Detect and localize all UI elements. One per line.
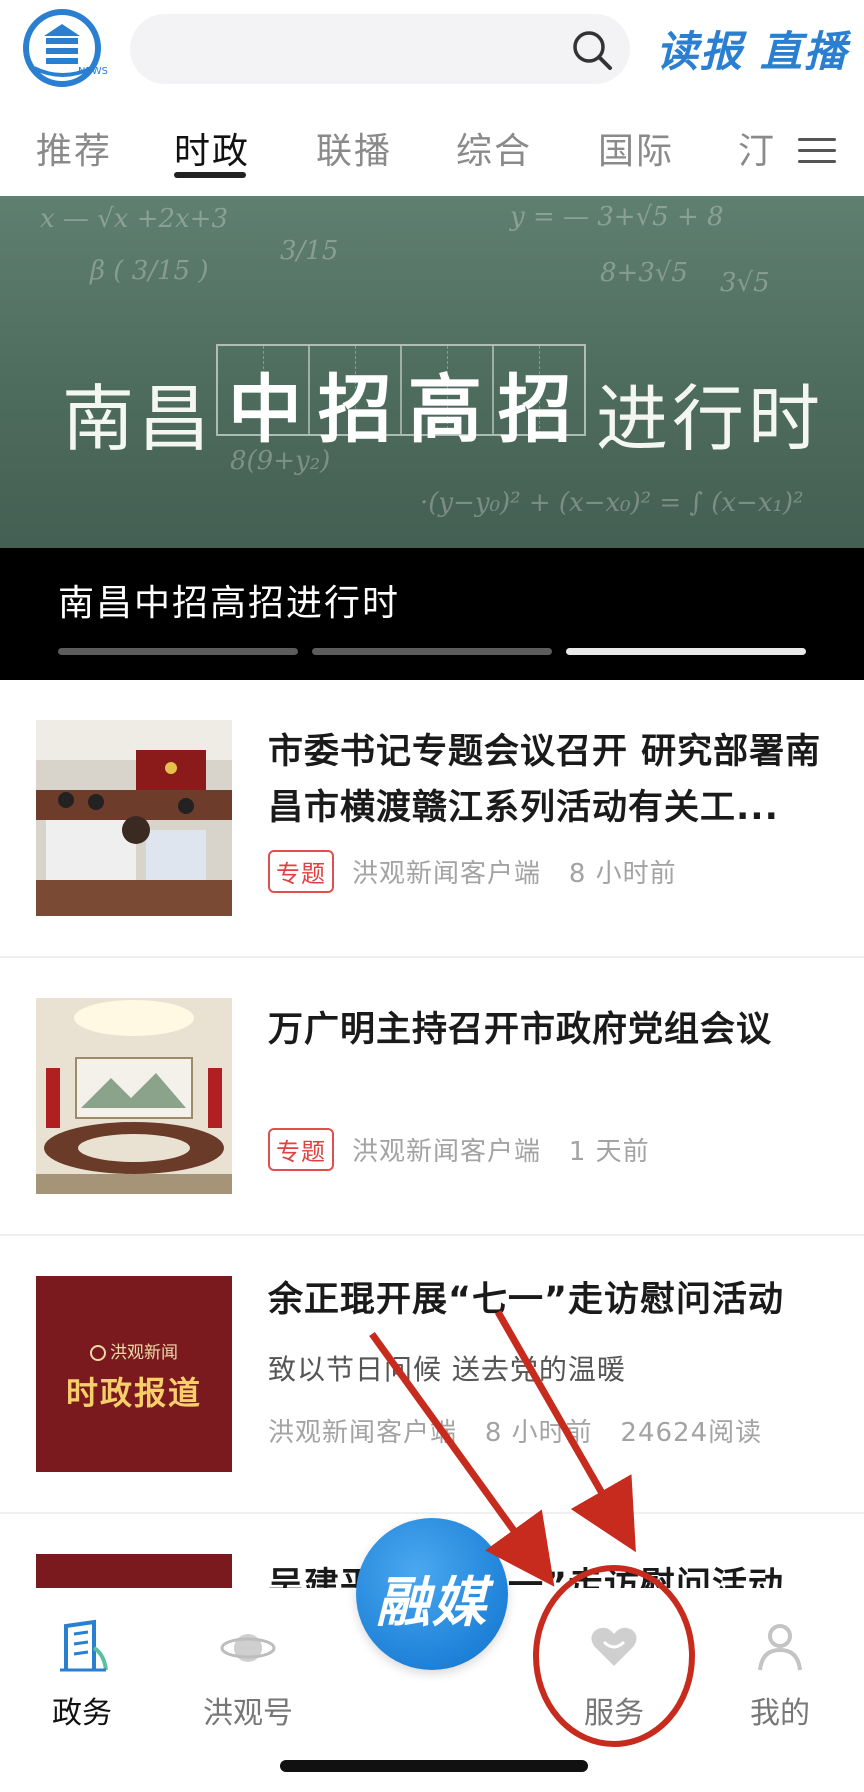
center-button-label: 融媒 <box>376 1571 488 1634</box>
banner-caption-bar[interactable]: 南昌中招高招进行时 <box>0 548 864 680</box>
tab-general[interactable]: 综合 <box>456 122 532 174</box>
government-icon <box>60 1619 108 1672</box>
thumb-title: 时政报道 <box>65 1374 202 1412</box>
nav-item-mine[interactable]: 我的 <box>720 1618 840 1732</box>
nav-label: 服务 <box>584 1696 644 1731</box>
banner-caption: 南昌中招高招进行时 <box>58 583 401 624</box>
news-meta: 专题 洪观新闻客户端 8 小时前 <box>268 850 677 893</box>
search-icon[interactable] <box>570 28 614 72</box>
nav-item-government[interactable]: 政务 <box>22 1618 142 1732</box>
banner-headline: 南昌 中招高招 进行时 <box>0 344 864 461</box>
category-tabs: 推荐 时政 联播 综合 国际 汀 <box>0 108 864 192</box>
news-source: 洪观新闻客户端 <box>352 859 542 889</box>
heart-icon <box>591 1627 637 1666</box>
news-title[interactable]: 市委书记专题会议召开 研究部署南昌市横渡赣江系列活动有关工... <box>268 724 828 836</box>
news-subtitle: 致以节日问候 送去党的温暖 <box>268 1353 626 1386</box>
news-source: 洪观新闻客户端 <box>352 1137 542 1167</box>
top-header: NEWS 读报 直播 <box>0 0 864 100</box>
nav-label: 我的 <box>750 1696 810 1731</box>
tab-truncated[interactable]: 汀 <box>738 122 776 174</box>
news-thumbnail[interactable]: 洪观新闻 时政报道 <box>36 1276 232 1472</box>
tab-recommend[interactable]: 推荐 <box>36 122 112 174</box>
carousel-indicator <box>58 648 808 656</box>
news-source: 洪观新闻客户端 <box>268 1418 458 1448</box>
planet-icon <box>220 1634 276 1662</box>
thumb-brand-logo-icon <box>90 1345 106 1361</box>
tab-politics[interactable]: 时政 <box>174 122 250 174</box>
logo-text: NEWS <box>78 66 109 77</box>
live-broadcast-link[interactable]: 直播 <box>760 18 848 79</box>
news-thumbnail[interactable] <box>36 720 232 916</box>
news-thumbnail[interactable] <box>36 998 232 1194</box>
nav-item-hongguan[interactable]: 洪观号 <box>188 1618 308 1732</box>
nav-label: 政务 <box>52 1696 112 1731</box>
banner-headline-left: 南昌 <box>62 377 215 461</box>
news-time: 1 天前 <box>568 1137 650 1167</box>
news-title[interactable]: 万广明主持召开市政府党组会议 <box>268 1002 828 1058</box>
news-meta: 专题 洪观新闻客户端 1 天前 <box>268 1128 650 1171</box>
news-time: 8 小时前 <box>568 859 677 889</box>
thumb-brand: 洪观新闻 <box>36 1338 232 1363</box>
rongmei-center-button[interactable]: 融媒 <box>356 1518 508 1670</box>
read-newspaper-link[interactable]: 读报 <box>656 18 744 79</box>
nav-label: 洪观号 <box>203 1696 293 1731</box>
search-input[interactable] <box>130 14 630 84</box>
news-meta: 洪观新闻客户端 8 小时前 24624阅读 <box>268 1412 762 1449</box>
active-tab-indicator <box>174 172 246 178</box>
home-indicator <box>280 1760 588 1772</box>
news-item[interactable]: 市委书记专题会议召开 研究部署南昌市横渡赣江系列活动有关工... 专题 洪观新闻客… <box>0 680 864 956</box>
menu-icon[interactable] <box>798 138 836 168</box>
news-item[interactable]: 万广明主持召开市政府党组会议 专题 洪观新闻客户端 1 天前 <box>0 958 864 1234</box>
profile-icon <box>758 1624 802 1671</box>
hero-banner[interactable]: x — √x +2x+3 β ( 3/15 ) 3/15 y = — 3+√5 … <box>0 196 864 548</box>
carousel-dot[interactable] <box>312 648 552 655</box>
nav-item-service[interactable]: 服务 <box>554 1618 674 1732</box>
banner-headline-right: 进行时 <box>596 377 825 461</box>
tab-broadcast[interactable]: 联播 <box>316 122 392 174</box>
news-title[interactable]: 余正琨开展“七一”走访慰问活动 <box>268 1272 828 1328</box>
topic-tag[interactable]: 专题 <box>268 850 334 893</box>
news-time: 8 小时前 <box>484 1418 593 1448</box>
tab-international[interactable]: 国际 <box>598 122 674 174</box>
carousel-dot-active[interactable] <box>566 648 806 655</box>
news-reads: 24624阅读 <box>620 1418 763 1448</box>
app-logo-icon[interactable]: NEWS <box>22 8 108 90</box>
topic-tag[interactable]: 专题 <box>268 1128 334 1171</box>
banner-headline-big: 中招高招 <box>228 367 588 453</box>
news-item[interactable]: 洪观新闻 时政报道 余正琨开展“七一”走访慰问活动 致以节日问候 送去党的温暖 … <box>0 1236 864 1512</box>
carousel-dot[interactable] <box>58 648 298 655</box>
